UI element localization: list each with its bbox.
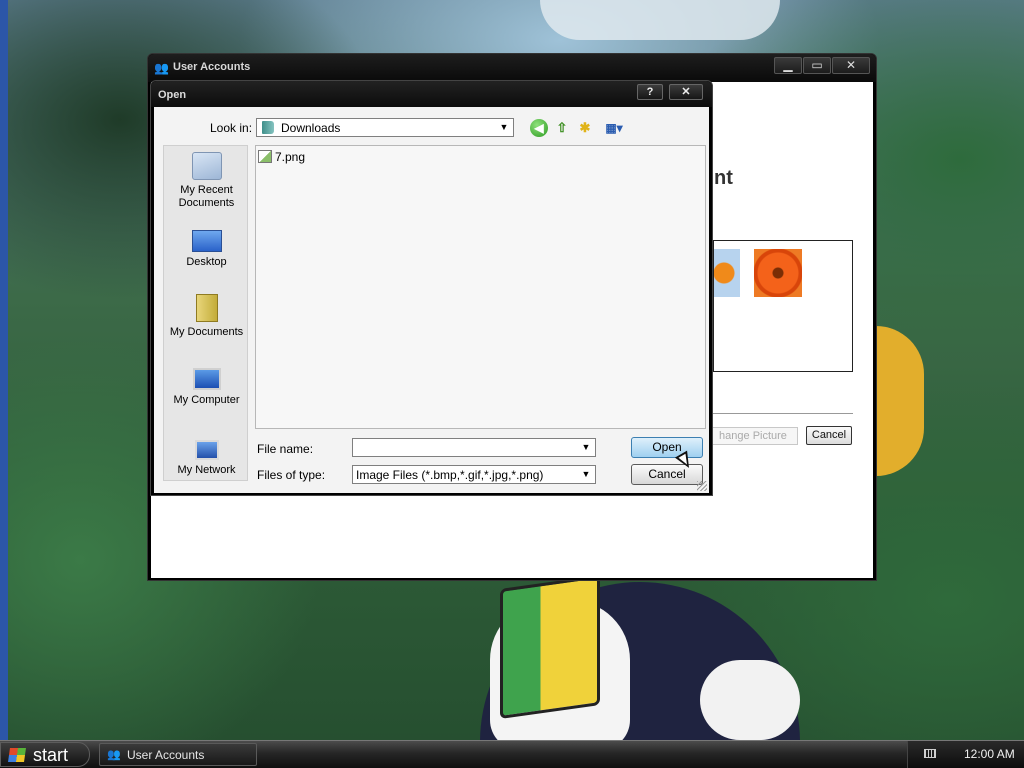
desktop-icon [191,230,222,252]
open-dialog: Open ? ✕ Look in: Downloads ▼ ◀ ⇧ ✱ ▦▾ M… [150,80,713,496]
wallpaper-character-beak [500,574,600,720]
place-label: My Documents [169,326,244,338]
keyboard-icon[interactable] [924,749,936,758]
chevron-down-icon[interactable]: ▼ [580,467,592,482]
cancel-button[interactable]: Cancel [631,464,703,485]
start-button[interactable]: start [0,742,90,767]
look-in-dropdown[interactable]: Downloads ▼ [256,118,514,137]
file-list[interactable]: 7.png [255,145,706,429]
user-accounts-icon: 👥 [154,61,169,75]
user-accounts-title: User Accounts [173,61,251,73]
wallpaper-yellow-shape [876,326,924,476]
file-name-label: File name: [257,442,314,456]
place-label: My Computer [173,394,240,406]
file-name: 7.png [275,150,306,164]
file-name-field[interactable]: ▼ [352,438,596,457]
taskbar: start 👥 User Accounts 12:00 AM [0,740,1024,768]
resize-grip[interactable] [697,481,707,491]
place-label: Desktop [186,256,227,268]
dialog-title: Open [158,89,187,101]
system-tray: 12:00 AM [907,741,1024,768]
open-button[interactable]: Open [631,437,703,458]
user-accounts-icon: 👥 [107,749,121,761]
picture-thumbnail[interactable] [714,249,740,297]
place-recent-documents[interactable]: My Recent Documents [164,152,249,210]
place-my-documents[interactable]: My Documents [164,294,249,339]
look-in-label: Look in: [210,121,253,135]
help-button[interactable]: ? [637,84,663,100]
chevron-down-icon[interactable]: ▼ [580,440,592,455]
picture-thumbnail[interactable] [754,249,802,297]
taskbar-item-label: User Accounts [127,748,205,762]
views-menu-icon[interactable]: ▦▾ [600,119,628,137]
minimize-button[interactable]: ▁ [774,57,802,74]
open-dialog-titlebar[interactable]: Open ? ✕ [151,81,712,107]
divider [713,413,853,414]
image-file-icon [258,150,272,163]
files-of-type-label: Files of type: [257,468,326,482]
place-label: My Recent Documents [178,184,235,209]
my-computer-icon [192,368,221,390]
wallpaper-character-wing [700,660,800,740]
wallpaper-stripe [0,0,8,740]
recent-documents-icon [191,152,222,180]
up-folder-icon[interactable]: ⇧ [553,119,571,137]
chevron-down-icon[interactable]: ▼ [498,120,510,135]
place-my-network[interactable]: My Network [164,434,249,477]
files-of-type-value: Image Files (*.bmp,*.gif,*.jpg,*.png) [356,468,544,482]
places-bar: My Recent Documents Desktop My Documents… [163,145,248,481]
place-desktop[interactable]: Desktop [164,226,249,269]
close-button[interactable]: ✕ [832,57,870,74]
back-icon[interactable]: ◀ [530,119,548,137]
open-dialog-body: Look in: Downloads ▼ ◀ ⇧ ✱ ▦▾ My Recent … [154,107,709,493]
page-heading-partial: nt [714,167,733,189]
my-documents-icon [195,294,218,322]
files-of-type-dropdown[interactable]: Image Files (*.bmp,*.gif,*.jpg,*.png) ▼ [352,465,596,484]
windows-logo-icon [8,748,26,762]
change-picture-button[interactable]: hange Picture [708,427,798,445]
wallpaper-cloud [540,0,780,40]
start-label: start [33,745,69,765]
folder-icon [262,121,274,134]
picture-selection-box [713,240,853,372]
look-in-value: Downloads [281,121,341,135]
user-accounts-titlebar[interactable]: 👥 User Accounts ▁ ▭ ✕ [148,54,876,82]
place-label: My Network [177,464,236,476]
new-folder-icon[interactable]: ✱ [576,119,594,137]
my-network-icon [194,440,219,460]
maximize-button[interactable]: ▭ [803,57,831,74]
taskbar-item-user-accounts[interactable]: 👥 User Accounts [99,743,257,766]
dialog-close-button[interactable]: ✕ [669,84,703,100]
clock[interactable]: 12:00 AM [964,747,1015,761]
place-my-computer[interactable]: My Computer [164,364,249,407]
cancel-button[interactable]: Cancel [806,426,852,445]
